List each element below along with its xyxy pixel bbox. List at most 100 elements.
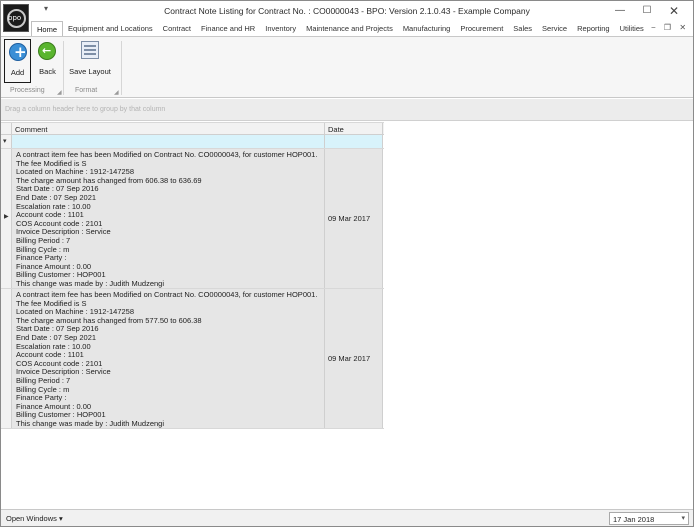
ribbon-tabs: Home Equipment and Locations Contract Finan… (31, 21, 649, 37)
maximize-button[interactable]: ☐ (634, 3, 660, 19)
ribbon-restore-button[interactable]: ❐ (664, 23, 671, 32)
comment-line: Start Date : 07 Sep 2016 (16, 325, 99, 334)
group-label-processing: Processing (10, 87, 45, 94)
comment-line: Escalation rate : 10.00 (16, 342, 91, 351)
comment-line: This change was made by : Judith Mudzeng… (16, 419, 164, 428)
comment-line: Located on Machine : 1912-147258 (16, 168, 135, 177)
table-row[interactable]: A contract item fee has been Modified on… (1, 289, 384, 429)
open-windows-button[interactable]: Open Windows ▾ (6, 514, 63, 523)
grid-rows: ▶ A contract item fee has been Modified o… (1, 149, 384, 429)
current-row-icon: ▶ (4, 214, 9, 220)
comment-cell[interactable]: A contract item fee has been Modified on… (12, 149, 325, 288)
table-row[interactable]: ▶ A contract item fee has been Modified o… (1, 149, 384, 289)
status-bar: Open Windows ▾ 17 Jan 2018 ▾ (1, 509, 693, 526)
comment-line: This change was made by : Judith Mudzeng… (16, 279, 164, 288)
grid-header: Comment Date (1, 122, 384, 135)
filter-row-indicator: ▾ (1, 135, 12, 148)
comment-line: Finance Amount : 0.00 (16, 402, 92, 411)
comment-line: Invoice Description : Service (16, 228, 111, 237)
comment-line: Billing Customer : HOP001 (16, 271, 106, 280)
comment-line: End Date : 07 Sep 2021 (16, 333, 97, 342)
app-logo[interactable]: bpo (3, 4, 29, 32)
comment-line: Escalation rate : 10.00 (16, 202, 91, 211)
tab-equipment-and-locations[interactable]: Equipment and Locations (63, 21, 158, 37)
ribbon: Add Back Save Layout Processing ◢ Format… (1, 36, 693, 98)
add-button[interactable]: Add (4, 39, 31, 83)
comment-line: Billing Period : 7 (16, 376, 71, 385)
comment-line: The fee Modified is S (16, 159, 87, 168)
comment-line: The fee Modified is S (16, 299, 87, 308)
tab-maintenance-and-projects[interactable]: Maintenance and Projects (301, 21, 398, 37)
filter-icon: ▾ (3, 138, 7, 145)
comment-line: The charge amount has changed from 606.3… (16, 176, 202, 185)
save-layout-label: Save Layout (69, 67, 111, 76)
layout-icon (81, 41, 99, 59)
group-label-format: Format (75, 87, 98, 94)
column-header-comment[interactable]: Comment (12, 123, 325, 135)
comment-cell[interactable]: A contract item fee has been Modified on… (12, 289, 325, 428)
save-layout-button[interactable]: Save Layout (67, 39, 113, 83)
comment-line: Account code : 1101 (16, 351, 84, 360)
tab-home[interactable]: Home (31, 21, 64, 37)
tab-finance-and-hr[interactable]: Finance and HR (196, 21, 260, 37)
tab-contract[interactable]: Contract (158, 21, 196, 37)
tab-manufacturing[interactable]: Manufacturing (398, 21, 456, 37)
dialog-launcher-icon[interactable]: ◢ (114, 89, 119, 96)
comment-line: Billing Cycle : m (16, 385, 70, 394)
comment-line: The charge amount has changed from 577.5… (16, 316, 202, 325)
close-button[interactable]: ✕ (661, 3, 687, 19)
tab-inventory[interactable]: Inventory (260, 21, 301, 37)
group-by-panel[interactable]: Drag a column header here to group by th… (1, 99, 693, 121)
status-date-value: 17 Jan 2018 (613, 515, 655, 524)
comment-line: COS Account code : 2101 (16, 219, 103, 228)
comment-line: Located on Machine : 1912-147258 (16, 308, 135, 317)
ribbon-controls: − ❐ ✕ (645, 23, 686, 32)
tab-procurement[interactable]: Procurement (455, 21, 508, 37)
comment-line: A contract item fee has been Modified on… (16, 291, 318, 299)
filter-cell-comment[interactable] (12, 135, 325, 148)
back-button-label: Back (39, 67, 56, 76)
row-indicator-header (1, 123, 12, 135)
comment-line: Start Date : 07 Sep 2016 (16, 185, 99, 194)
filter-cell-date[interactable] (325, 135, 383, 148)
comment-line: Billing Customer : HOP001 (16, 411, 106, 420)
dialog-launcher-icon[interactable]: ◢ (57, 89, 62, 96)
comment-line: A contract item fee has been Modified on… (16, 151, 318, 159)
window-title: Contract Note Listing for Contract No. :… (164, 6, 530, 16)
comment-line: Invoice Description : Service (16, 368, 111, 377)
notes-grid: Comment Date ▾ ▶ A contract item fee has … (1, 122, 384, 429)
column-header-date[interactable]: Date (325, 123, 383, 135)
comment-line: COS Account code : 2101 (16, 359, 103, 368)
comment-line: Billing Cycle : m (16, 245, 70, 254)
status-date-picker[interactable]: 17 Jan 2018 ▾ (609, 512, 689, 525)
date-value: 09 Mar 2017 (328, 214, 371, 223)
auto-filter-row: ▾ (1, 135, 384, 149)
date-cell[interactable]: 09 Mar 2017 (325, 289, 383, 428)
ribbon-collapse-button[interactable]: − (651, 23, 656, 32)
tab-utilities[interactable]: Utilities (615, 21, 649, 37)
group-divider (121, 41, 122, 95)
comment-line: Finance Party : (16, 394, 67, 403)
comment-line: Finance Party : (16, 254, 67, 263)
row-indicator[interactable]: ▶ (1, 149, 12, 288)
title-bar: ▾ Contract Note Listing for Contract No.… (1, 1, 693, 21)
comment-line: End Date : 07 Sep 2021 (16, 193, 97, 202)
date-value: 09 Mar 2017 (328, 354, 371, 363)
comment-line: Billing Period : 7 (16, 236, 71, 245)
comment-line: Account code : 1101 (16, 211, 84, 220)
logo-text: bpo (8, 14, 22, 22)
back-button[interactable]: Back (34, 39, 61, 83)
tab-reporting[interactable]: Reporting (572, 21, 615, 37)
date-cell[interactable]: 09 Mar 2017 (325, 149, 383, 288)
tab-sales[interactable]: Sales (508, 21, 537, 37)
back-arrow-icon (38, 42, 56, 60)
add-icon (9, 43, 27, 61)
chevron-down-icon[interactable]: ▾ (681, 514, 685, 522)
group-divider (63, 41, 64, 95)
ribbon-close-button[interactable]: ✕ (679, 23, 686, 32)
row-indicator[interactable] (1, 289, 12, 428)
application-window: ▾ Contract Note Listing for Contract No.… (0, 0, 694, 527)
tab-service[interactable]: Service (537, 21, 572, 37)
minimize-button[interactable]: — (607, 3, 633, 19)
comment-line: Finance Amount : 0.00 (16, 262, 92, 271)
